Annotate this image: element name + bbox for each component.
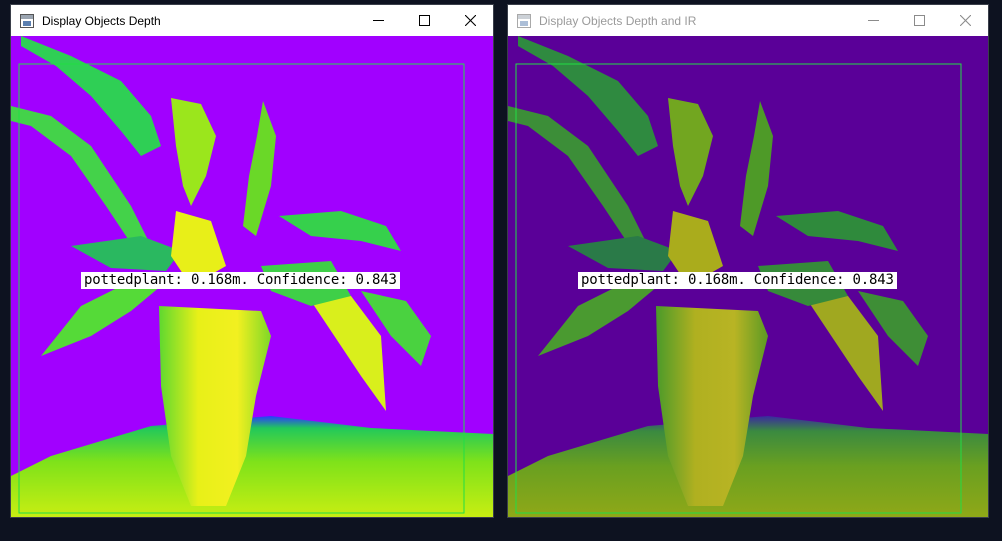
minimize-button[interactable] [355,5,401,36]
maximize-button[interactable] [401,5,447,36]
maximize-icon [913,15,925,26]
depth-ir-image-view: pottedplant: 0.168m. Confidence: 0.843 [508,36,988,517]
detection-label: pottedplant: 0.168m. Confidence: 0.843 [81,272,400,289]
close-button[interactable] [942,5,988,36]
window-controls [355,5,493,36]
depth-window[interactable]: Display Objects Depth pottedplant: 0.168… [10,4,494,518]
depth-image-view: pottedplant: 0.168m. Confidence: 0.843 [11,36,493,517]
close-icon [959,15,971,26]
minimize-icon [867,20,879,21]
close-icon [464,15,476,26]
minimize-icon [372,20,384,21]
window-title: Display Objects Depth and IR [539,13,697,28]
maximize-icon [418,15,430,26]
app-window-icon [517,13,531,28]
depth-window-titlebar[interactable]: Display Objects Depth [11,5,493,36]
window-title: Display Objects Depth [42,13,161,28]
window-controls [850,5,988,36]
depth-ir-window-titlebar[interactable]: Display Objects Depth and IR [508,5,988,36]
depth-ir-window[interactable]: Display Objects Depth and IR pottedplant… [507,4,989,518]
minimize-button[interactable] [850,5,896,36]
detection-label: pottedplant: 0.168m. Confidence: 0.843 [578,272,897,289]
close-button[interactable] [447,5,493,36]
app-window-icon [20,13,34,28]
maximize-button[interactable] [896,5,942,36]
